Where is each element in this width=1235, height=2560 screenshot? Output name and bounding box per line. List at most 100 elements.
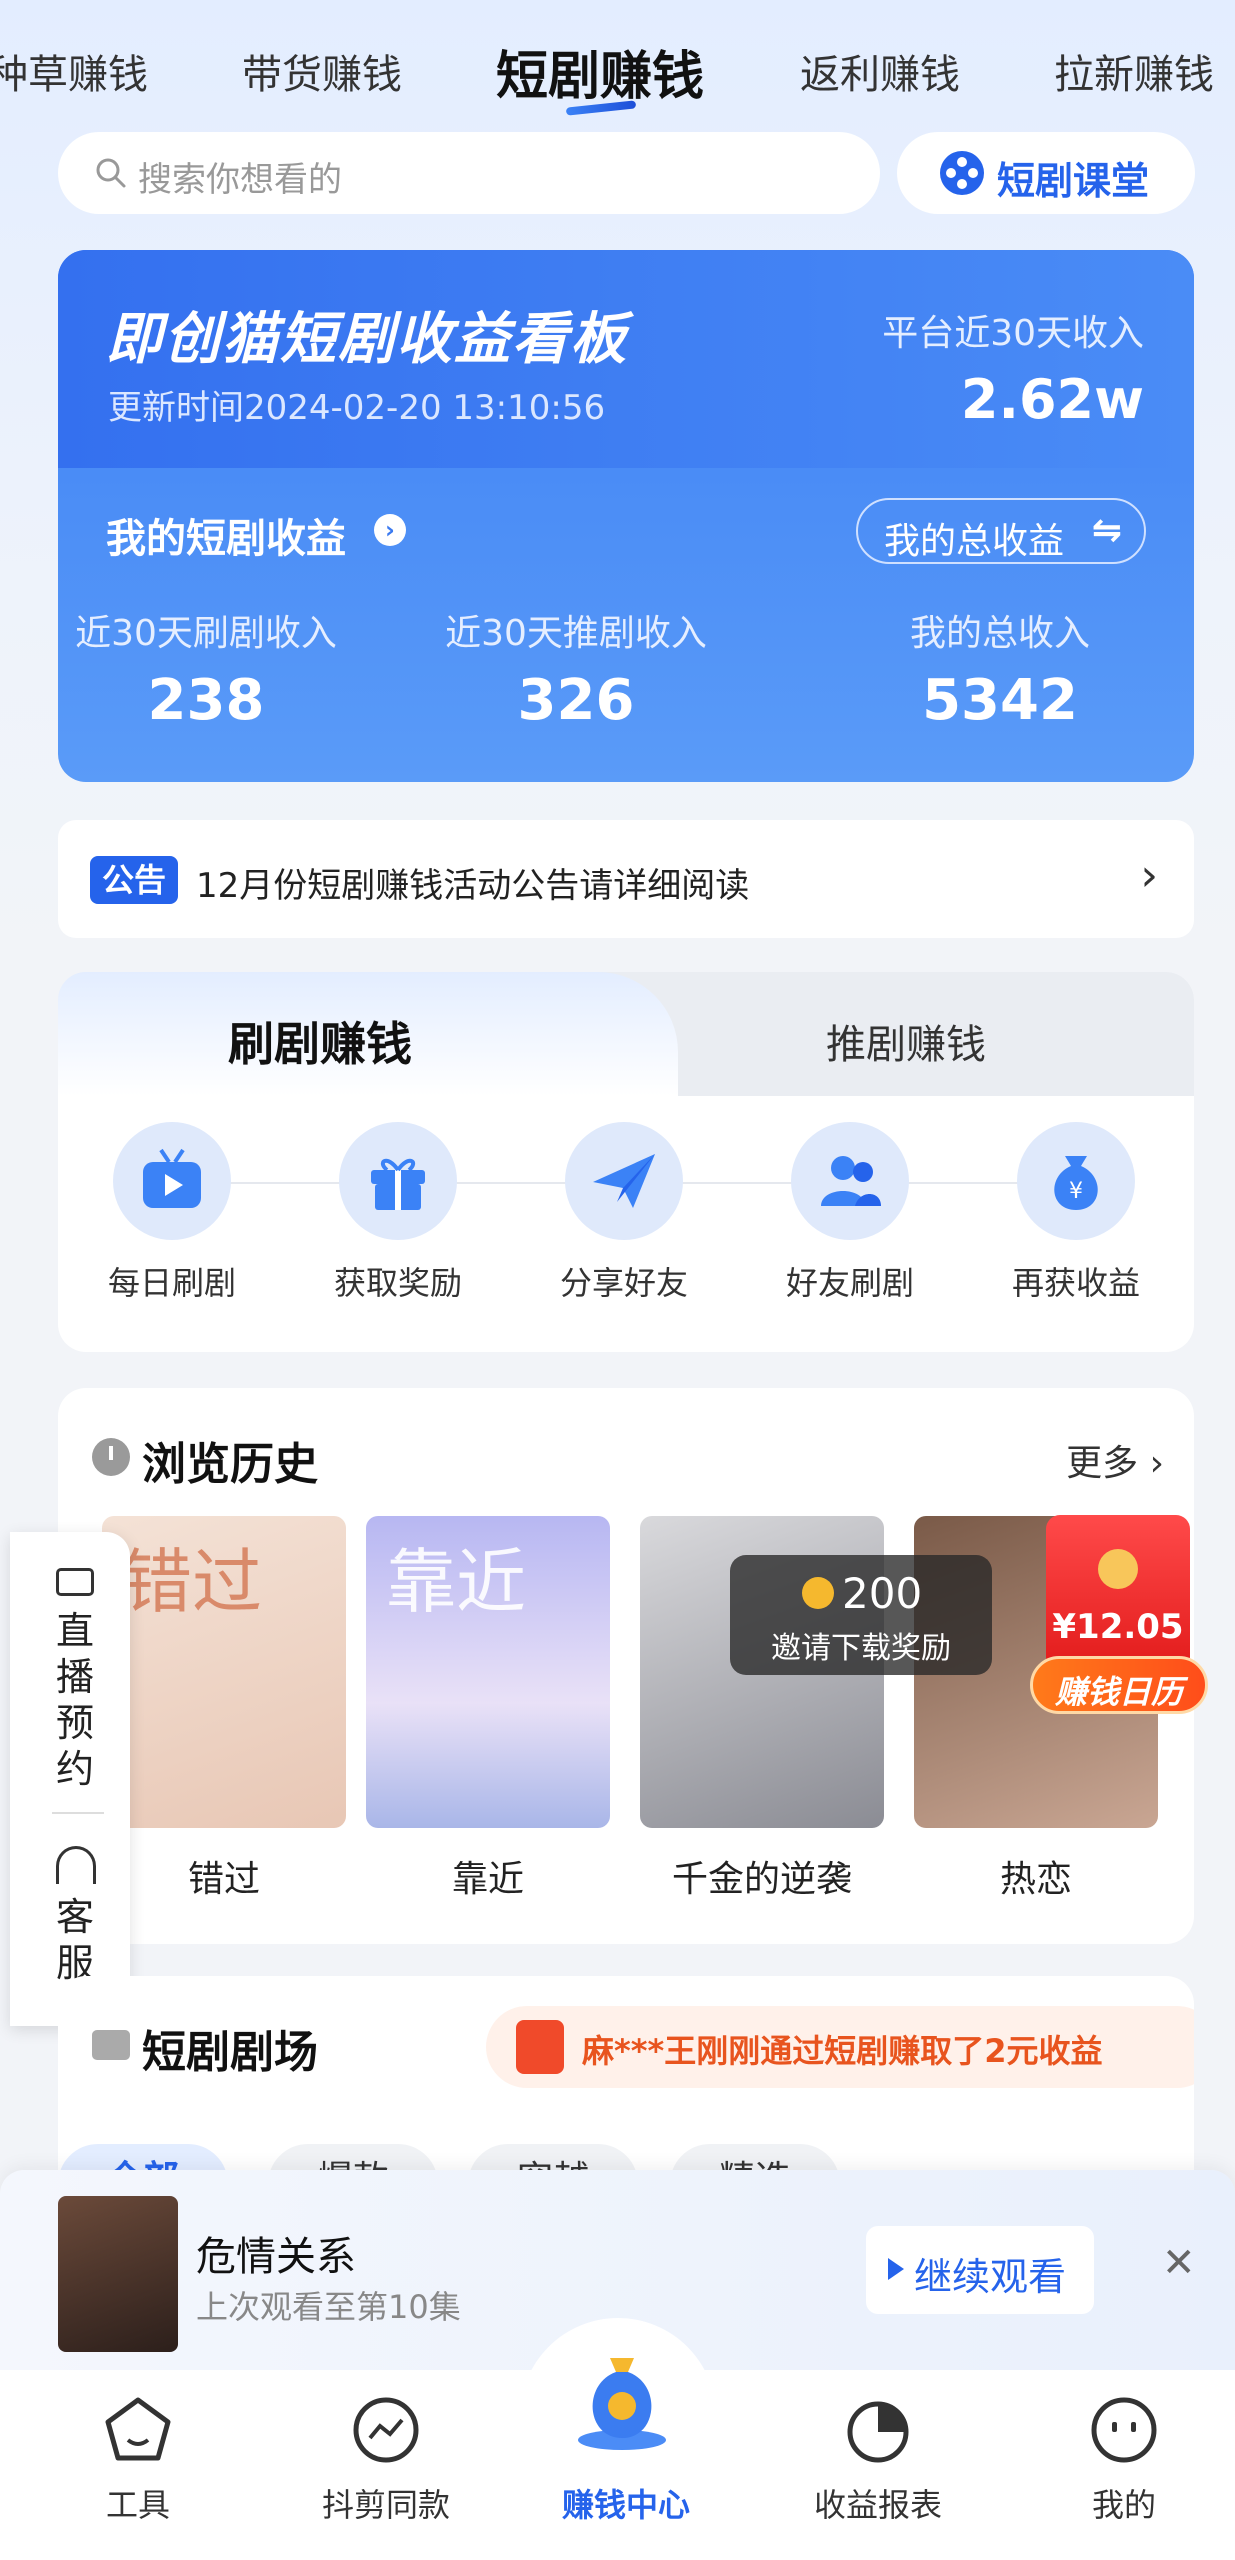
total-earnings-label: 我的总收益 xyxy=(884,521,1065,562)
step-friends-watch[interactable]: 好友刷剧 xyxy=(760,1122,940,1304)
trend-circle-icon xyxy=(350,2394,422,2466)
earn-calendar-label: 赚钱日历 xyxy=(1054,1673,1183,1711)
red-packet-amount: ¥12.05 xyxy=(1052,1607,1184,1647)
step-label: 分享好友 xyxy=(559,1264,688,1302)
money-bag-icon[interactable] xyxy=(572,2348,672,2452)
coin-icon xyxy=(802,1577,834,1609)
step-icon-wrap xyxy=(113,1122,231,1240)
tab-watch-earn[interactable]: 刷剧赚钱 xyxy=(228,1008,412,1074)
step-icon-wrap xyxy=(791,1122,909,1240)
step-daily-watch[interactable]: 每日刷剧 xyxy=(82,1122,262,1304)
tab-rebate[interactable]: 返利赚钱 xyxy=(800,42,960,100)
nav-earnings-report[interactable]: 收益报表 xyxy=(778,2394,978,2526)
drama-name: 危情关系 xyxy=(196,2234,356,2280)
reward-label: 邀请下载奖励 xyxy=(771,1631,951,1666)
tab-short-drama[interactable]: 短剧赚钱 xyxy=(496,34,704,109)
poster-title-art: 靠近 xyxy=(386,1541,526,1623)
nav-label: 赚钱中心 xyxy=(561,2486,690,2524)
more-label: 更多 xyxy=(1066,1443,1139,1484)
stat-label: 近30天刷剧收入 xyxy=(75,613,337,654)
drama-theater-section: 短剧剧场 麻***王刚刚通过短剧赚取了2元收益 全部 爆款 穿越 精选 xyxy=(58,1976,1194,2196)
tv-play-icon xyxy=(143,1148,201,1208)
announcement-bar[interactable]: 公告 12月份短剧赚钱活动公告请详细阅读 › xyxy=(58,820,1194,938)
theater-title: 短剧剧场 xyxy=(142,2027,318,2078)
episode-progress: 上次观看至第10集 xyxy=(196,2288,461,2326)
stat-value: 238 xyxy=(147,668,265,733)
floating-side-panel: 直播预约 客服 xyxy=(10,1532,130,2026)
red-packet[interactable]: ¥12.05 xyxy=(1046,1515,1190,1671)
drama-thumbnail[interactable] xyxy=(58,2196,178,2352)
play-icon xyxy=(888,2258,904,2280)
nav-same-edit[interactable]: 抖剪同款 xyxy=(286,2394,486,2526)
swap-icon: ⇋ xyxy=(1091,510,1122,551)
nav-tools[interactable]: 工具 xyxy=(38,2394,238,2526)
video-camera-icon xyxy=(56,1568,94,1596)
category-tabs: 种草赚钱 带货赚钱 短剧赚钱 返利赚钱 拉新赚钱 xyxy=(0,20,1235,130)
my-earnings-link[interactable]: 我的短剧收益 xyxy=(106,506,346,564)
stat-value: 5342 xyxy=(922,668,1078,733)
pie-chart-icon xyxy=(842,2394,914,2466)
money-bag-icon: ¥ xyxy=(1054,1156,1098,1210)
tab-referral[interactable]: 拉新赚钱 xyxy=(1054,42,1214,100)
friends-icon xyxy=(821,1156,881,1206)
board-title: 即创猫短剧收益看板 xyxy=(106,307,628,372)
browse-history-section: 浏览历史 更多 › 错过 错过 靠近 靠近 千金的逆袭 热恋 xyxy=(58,1388,1194,1944)
tab-seeding[interactable]: 种草赚钱 xyxy=(0,42,148,100)
play-icon xyxy=(92,2030,130,2060)
nav-mine[interactable]: 我的 xyxy=(1024,2394,1224,2526)
step-icon-wrap: ¥ xyxy=(1017,1122,1135,1240)
headset-icon xyxy=(56,1846,96,1884)
step-icon-wrap xyxy=(565,1122,683,1240)
drama-course-button[interactable]: 短剧课堂 xyxy=(897,132,1195,214)
total-earnings-button[interactable]: 我的总收益 ⇋ xyxy=(856,498,1146,564)
step-label: 好友刷剧 xyxy=(785,1264,914,1302)
film-reel-icon xyxy=(940,151,984,195)
smiley-face-icon xyxy=(1088,2394,1160,2466)
step-earn-again[interactable]: ¥ 再获收益 xyxy=(986,1122,1166,1304)
drama-course-label: 短剧课堂 xyxy=(997,159,1150,203)
poster-title-art: 错过 xyxy=(122,1541,262,1623)
live-reservation-button[interactable]: 直播预约 xyxy=(50,1608,100,1792)
red-packet-seal-icon xyxy=(1098,1549,1138,1589)
paper-plane-icon xyxy=(593,1154,655,1208)
step-icon-wrap xyxy=(339,1122,457,1240)
stat-value: 326 xyxy=(517,668,635,733)
drama-poster[interactable]: 错过 xyxy=(102,1516,346,1828)
tab-promote-earn[interactable]: 推剧赚钱 xyxy=(826,1012,986,1070)
drama-title[interactable]: 千金的逆袭 xyxy=(640,1850,884,1902)
tab-selling[interactable]: 带货赚钱 xyxy=(242,42,402,100)
search-placeholder: 搜索你想看的 xyxy=(138,160,342,200)
history-more-link[interactable]: 更多 › xyxy=(1066,1434,1164,1486)
step-label: 再获收益 xyxy=(1011,1264,1140,1302)
drama-title[interactable]: 靠近 xyxy=(366,1850,610,1902)
drama-title[interactable]: 热恋 xyxy=(914,1850,1158,1902)
search-icon xyxy=(96,158,126,188)
announcement-badge: 公告 xyxy=(90,856,178,904)
step-label: 每日刷剧 xyxy=(107,1264,236,1302)
chevron-right-icon[interactable]: › xyxy=(374,514,406,546)
history-title: 浏览历史 xyxy=(142,1439,318,1490)
nav-label: 收益报表 xyxy=(813,2486,942,2524)
clock-icon xyxy=(92,1438,130,1476)
continue-watching-label: 继续观看 xyxy=(914,2255,1067,2299)
step-get-reward[interactable]: 获取奖励 xyxy=(308,1122,488,1304)
ticker-text: 麻***王刚刚通过短剧赚取了2元收益 xyxy=(582,2032,1103,2070)
red-envelope-icon xyxy=(516,2020,564,2074)
step-share-friends[interactable]: 分享好友 xyxy=(534,1122,714,1304)
stat-label: 我的总收入 xyxy=(909,613,1090,654)
svg-text:¥: ¥ xyxy=(1069,1179,1083,1204)
earn-calendar-tag[interactable]: 赚钱日历 xyxy=(1030,1656,1208,1714)
invite-reward-tooltip[interactable]: 200 邀请下载奖励 xyxy=(730,1555,992,1675)
home-pentagon-icon xyxy=(102,2394,174,2466)
continue-watching-button[interactable]: 继续观看 xyxy=(866,2226,1094,2314)
chevron-right-icon: › xyxy=(1140,850,1158,901)
earning-methods-card: 刷剧赚钱 推剧赚钱 每日刷剧 获取奖励 分享好友 好友刷剧 ¥ 再获收益 xyxy=(58,972,1194,1352)
step-label: 获取奖励 xyxy=(333,1264,462,1302)
customer-service-button[interactable]: 客服 xyxy=(50,1894,100,1986)
close-icon[interactable]: ✕ xyxy=(1162,2240,1196,2286)
drama-title[interactable]: 错过 xyxy=(102,1850,346,1902)
search-bar[interactable]: 搜索你想看的 xyxy=(58,132,880,214)
drama-poster[interactable]: 靠近 xyxy=(366,1516,610,1828)
announcement-text: 12月份短剧赚钱活动公告请详细阅读 xyxy=(196,866,750,906)
update-time: 更新时间2024-02-20 13:10:56 xyxy=(108,388,606,428)
